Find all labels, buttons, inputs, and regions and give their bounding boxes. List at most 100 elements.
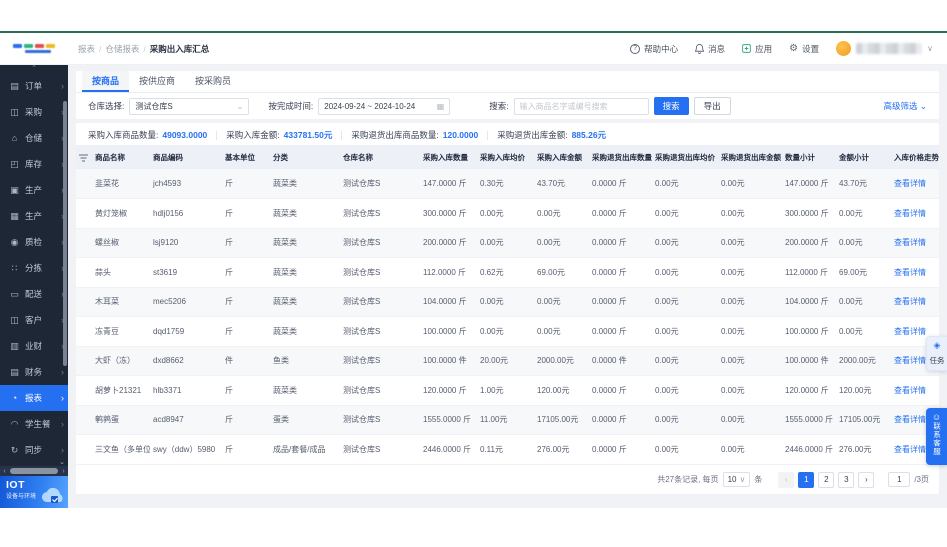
cell-qty-subtotal: 1555.0000 斤 xyxy=(782,405,836,435)
task-float-button[interactable]: ◈ 任务 xyxy=(926,336,947,371)
view-detail-link[interactable]: 查看详情 xyxy=(891,169,939,199)
logo-chip-blue xyxy=(13,44,22,48)
cell-in-qty: 112.0000 斤 xyxy=(420,258,477,288)
sidebar-item-label: 订单 xyxy=(25,80,42,92)
sidebar-item[interactable]: ◉ 质检 › xyxy=(0,229,68,255)
view-detail-link[interactable]: 查看详情 xyxy=(891,199,939,229)
sidebar-item[interactable]: ◠ 学生餐 › xyxy=(0,411,68,437)
cell-return-qty: 0.0000 斤 xyxy=(589,228,652,258)
cell-in-qty: 104.0000 斤 xyxy=(420,287,477,317)
view-detail-link[interactable]: 查看详情 xyxy=(891,287,939,317)
sidebar-item-icon: ∷ xyxy=(9,263,20,274)
page-number-button[interactable]: 2 xyxy=(818,472,834,488)
cell-amount-subtotal: 0.00元 xyxy=(836,199,891,229)
tab[interactable]: 按供应商 xyxy=(129,71,185,92)
total-pages-text: /3页 xyxy=(914,474,929,485)
sidebar-item-icon: ◠ xyxy=(9,419,20,430)
settings-button[interactable]: ⚙ 设置 xyxy=(789,43,819,55)
sidebar-item[interactable]: ▤ 订单 › xyxy=(0,73,68,99)
cell-unit: 斤 xyxy=(222,287,270,317)
sidebar-item-icon: ▣ xyxy=(9,185,20,196)
search-label: 搜索: xyxy=(489,100,508,112)
next-page-button[interactable]: › xyxy=(858,472,874,488)
page-number-button[interactable]: 3 xyxy=(838,472,854,488)
chevron-down-icon: ⌄ xyxy=(237,102,244,111)
cell-return-avg-price: 0.00元 xyxy=(652,376,718,406)
sidebar-item-label: 报表 xyxy=(25,392,42,404)
cell-amount-subtotal: 0.00元 xyxy=(836,317,891,347)
sidebar-item-icon: ▦ xyxy=(9,211,20,222)
sidebar-item[interactable]: ◔ 报表 › xyxy=(0,385,68,411)
scroll-left-icon[interactable]: ‹ xyxy=(0,468,9,475)
sidebar-item[interactable]: ◫ 采购 › xyxy=(0,99,68,125)
sidebar-vertical-scrollbar[interactable] xyxy=(63,101,67,366)
report-tabs: 按商品 按供应商 按采购员 xyxy=(76,71,939,93)
sidebar-item[interactable]: ◰ 库存 › xyxy=(0,151,68,177)
apps-button[interactable]: 应用 xyxy=(742,43,772,55)
help-icon: ? xyxy=(630,44,640,54)
cell-product-name: 韭菜花 xyxy=(92,169,150,199)
sidebar-item[interactable]: ∷ 分拣 › xyxy=(0,255,68,281)
summary-label: 采购退货出库金额: xyxy=(497,129,567,141)
sidebar-item[interactable]: ▥ 业财 › xyxy=(0,333,68,359)
sidebar-item-icon: ↻ xyxy=(9,445,20,456)
sidebar-scroll-up-icon[interactable]: ⌃ xyxy=(0,65,68,73)
search-button[interactable]: 搜索 xyxy=(654,97,689,115)
cell-in-avg-price: 0.62元 xyxy=(477,258,534,288)
breadcrumb-item[interactable]: 仓储报表 xyxy=(105,43,139,55)
col-header: 仓库名称 xyxy=(340,145,420,169)
topbar: 报表 / 仓储报表 / 采购出入库汇总 ? 帮助中心 消息 xyxy=(0,33,947,65)
col-header: 商品编码 xyxy=(150,145,222,169)
breadcrumb-item[interactable]: 报表 xyxy=(78,43,95,55)
cell-in-avg-price: 1.00元 xyxy=(477,376,534,406)
cell-warehouse: 测试仓库S xyxy=(340,317,420,347)
table-row: 黄灯笼椒 hdlj0156 斤 蔬菜类 测试仓库S 300.0000 斤 0.0… xyxy=(76,199,939,229)
sidebar-item[interactable]: ◫ 客户 › xyxy=(0,307,68,333)
prev-page-button[interactable]: ‹ xyxy=(778,472,794,488)
sidebar-item-label: 生产 xyxy=(25,184,42,196)
cell-warehouse: 测试仓库S xyxy=(340,346,420,376)
sidebar-item[interactable]: ↻ 同步 › xyxy=(0,437,68,463)
cell-return-avg-price: 0.00元 xyxy=(652,346,718,376)
cell-unit: 斤 xyxy=(222,405,270,435)
export-button[interactable]: 导出 xyxy=(694,97,731,115)
view-detail-link[interactable]: 查看详情 xyxy=(891,258,939,288)
breadcrumb-current: 采购出入库汇总 xyxy=(150,43,210,55)
contact-service-float-button[interactable]: ☺ 联系客服 xyxy=(926,408,947,465)
scrollbar-thumb[interactable] xyxy=(10,468,58,474)
user-menu[interactable]: ∨ xyxy=(836,41,933,56)
sidebar-item[interactable]: ▭ 配送 › xyxy=(0,281,68,307)
sidebar-item[interactable]: ▦ 生产 › xyxy=(0,203,68,229)
scroll-right-icon[interactable]: › xyxy=(59,468,68,475)
tab[interactable]: 按商品 xyxy=(82,71,129,92)
help-center-button[interactable]: ? 帮助中心 xyxy=(630,43,678,55)
sidebar-horizontal-scrollbar[interactable]: ‹ › xyxy=(0,466,68,476)
main-content: 按商品 按供应商 按采购员 仓库选择: 测试仓库S xyxy=(68,65,947,508)
sidebar-item[interactable]: ⌂ 仓储 › xyxy=(0,125,68,151)
sidebar-item[interactable]: ▣ 生产 › xyxy=(0,177,68,203)
page-jump-input[interactable] xyxy=(888,472,910,487)
cell-unit: 件 xyxy=(222,346,270,376)
tab[interactable]: 按采购员 xyxy=(185,71,241,92)
column-filter-icon xyxy=(79,154,88,162)
table-header-row: 商品名称 商品编码 基本单位 分类 仓库名称 采购入库数量 采购入库均价 采购入… xyxy=(76,145,939,169)
view-detail-link[interactable]: 查看详情 xyxy=(891,228,939,258)
warehouse-select[interactable]: 测试仓库S ⌄ xyxy=(129,98,249,115)
sidebar-scroll-down-icon[interactable]: ⌄ xyxy=(59,458,65,466)
date-range-picker[interactable]: 2024-09-24 ~ 2024-10-24 ▦ xyxy=(318,98,450,115)
breadcrumb: 报表 / 仓储报表 / 采购出入库汇总 xyxy=(78,43,209,55)
advanced-filter-link[interactable]: 高级筛选 ⌄ xyxy=(883,100,927,112)
search-input[interactable] xyxy=(514,98,649,115)
column-settings-cell[interactable] xyxy=(76,145,92,169)
view-detail-link[interactable]: 查看详情 xyxy=(891,376,939,406)
sidebar-item[interactable]: ▤ 财务 › xyxy=(0,359,68,385)
page-number-button[interactable]: 1 xyxy=(798,472,814,488)
contact-service-label: 联系客服 xyxy=(932,422,942,456)
page-size-select[interactable]: 10 ∨ xyxy=(723,472,751,487)
cell-product-code: hdlj0156 xyxy=(150,199,222,229)
cell-in-amount: 69.00元 xyxy=(534,258,589,288)
cell-category: 蔬菜类 xyxy=(270,287,340,317)
iot-banner[interactable]: IOT 设备与环境 xyxy=(0,476,68,508)
warehouse-select-label: 仓库选择: xyxy=(88,100,124,112)
messages-button[interactable]: 消息 xyxy=(695,43,725,55)
